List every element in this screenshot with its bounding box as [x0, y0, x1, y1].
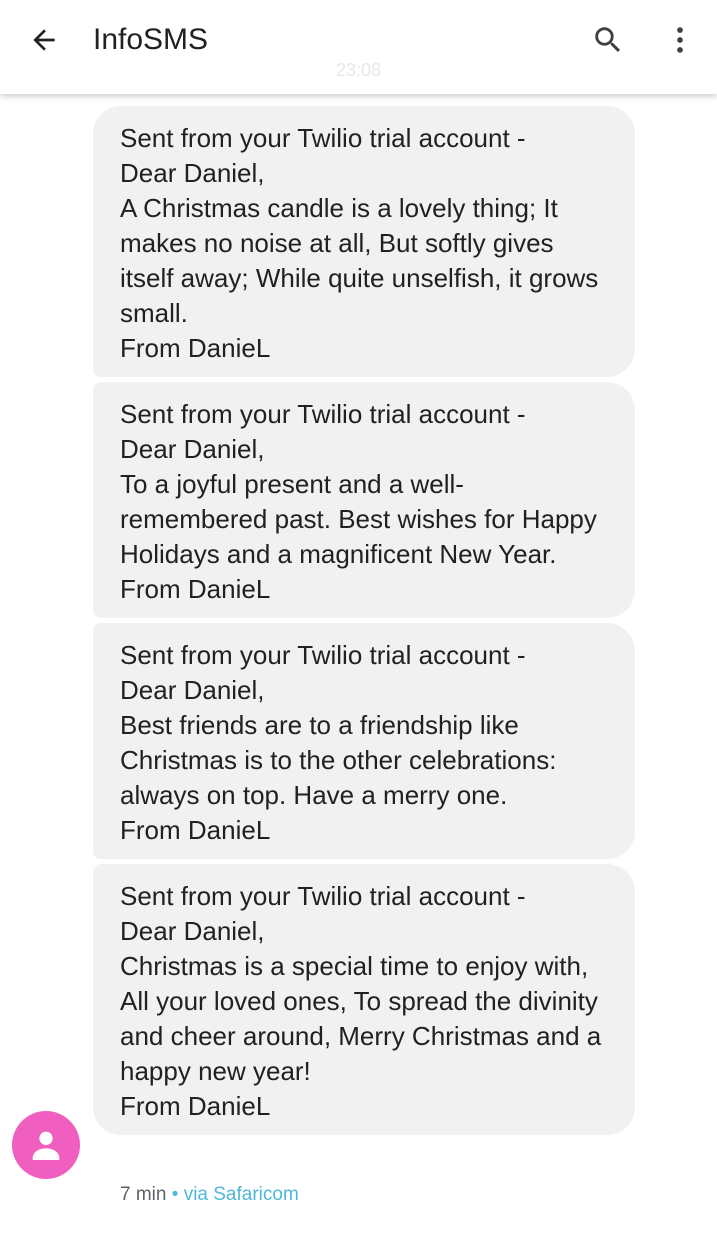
message-line: From DanieL — [120, 574, 271, 604]
conversation-title: InfoSMS — [93, 23, 209, 56]
message-line: Sent from your Twilio trial account - — [120, 399, 526, 429]
message-line: Sent from your Twilio trial account - — [120, 881, 526, 911]
message-line: Dear Daniel, — [120, 158, 265, 188]
message-bubble[interactable]: Sent from your Twilio trial account - De… — [93, 623, 635, 859]
sender-avatar[interactable] — [12, 1111, 80, 1179]
sms-conversation-screen: InfoSMS 23:08 Sent from your Twilio tria… — [0, 0, 717, 1236]
message-line: From DanieL — [120, 1091, 271, 1121]
carrier-label: via Safaricom — [183, 1184, 299, 1205]
message-time: 7 min — [120, 1184, 167, 1205]
message-line: To a joyful present and a well-remembere… — [120, 469, 597, 569]
message-bubble[interactable]: Sent from your Twilio trial account - De… — [93, 382, 635, 618]
message-bubble[interactable]: Sent from your Twilio trial account - De… — [93, 106, 635, 377]
message-line: Sent from your Twilio trial account - — [120, 123, 526, 153]
message-line: Dear Daniel, — [120, 434, 265, 464]
message-line: From DanieL — [120, 333, 271, 363]
more-vert-icon — [677, 27, 683, 53]
message-line: Dear Daniel, — [120, 675, 265, 705]
message-line: From DanieL — [120, 815, 271, 845]
person-icon — [32, 1131, 60, 1160]
separator-dot: • — [171, 1184, 179, 1205]
time-divider: 23:08 — [335, 60, 382, 80]
message-status: 7 min • via Safaricom — [120, 1183, 299, 1207]
message-line: Best friends are to a friendship like Ch… — [120, 710, 557, 810]
message-line: A Christmas candle is a lovely thing; It… — [120, 193, 599, 328]
search-icon — [595, 27, 621, 53]
back-button[interactable] — [24, 22, 64, 58]
message-line: Dear Daniel, — [120, 916, 265, 946]
arrow-back-icon — [33, 29, 55, 51]
message-bubble[interactable]: Sent from your Twilio trial account - De… — [93, 864, 635, 1135]
message-line: Christmas is a special time to enjoy wit… — [120, 951, 602, 1086]
message-list: Sent from your Twilio trial account - De… — [93, 106, 635, 1140]
more-options-button[interactable] — [660, 20, 700, 60]
search-button[interactable] — [588, 20, 628, 60]
message-line: Sent from your Twilio trial account - — [120, 640, 526, 670]
